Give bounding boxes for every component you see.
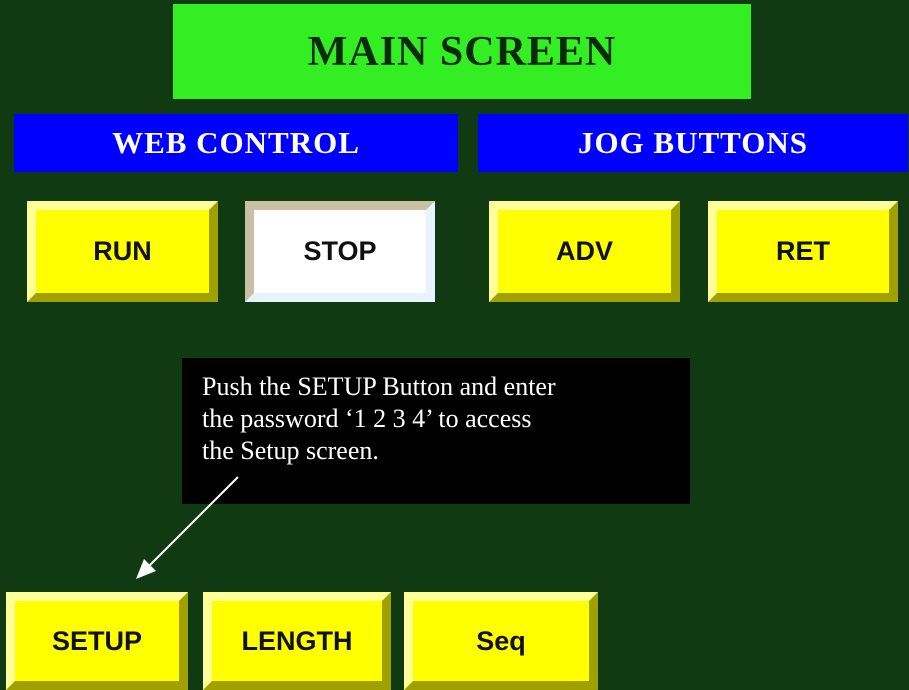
adv-button[interactable]: ADV (489, 201, 680, 302)
web-control-header: WEB CONTROL (14, 114, 458, 172)
setup-instructions-callout: Push the SETUP Button and enter the pass… (182, 358, 690, 504)
jog-buttons-header: JOG BUTTONS (478, 114, 908, 172)
run-button[interactable]: RUN (27, 201, 218, 302)
arrow-to-setup-icon (136, 476, 239, 579)
seq-button[interactable]: Seq (404, 592, 598, 690)
setup-button[interactable]: SETUP (6, 592, 188, 690)
ret-button[interactable]: RET (708, 201, 898, 302)
stop-button[interactable]: STOP (245, 201, 435, 302)
main-screen-title: MAIN SCREEN (173, 4, 751, 99)
length-button[interactable]: LENGTH (203, 592, 391, 690)
